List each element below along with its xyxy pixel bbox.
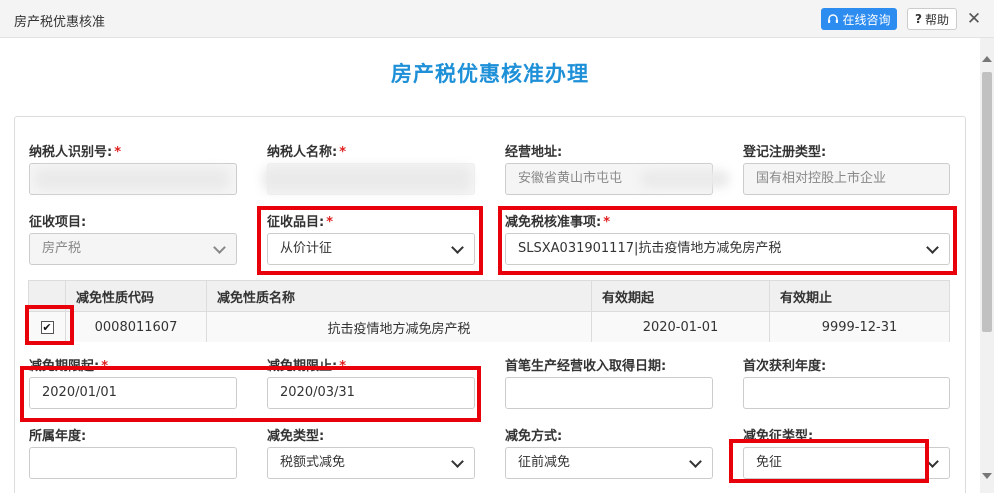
- relief-method-label: 减免方式:: [505, 429, 563, 444]
- chevron-down-icon: [213, 241, 226, 254]
- header-end: 有效期止: [780, 290, 833, 306]
- taxpayer-id-label: 纳税人识别号: *: [29, 145, 122, 160]
- first-profit-year-label: 首次获利年度:: [743, 359, 827, 374]
- redacted-taxpayer-name: [262, 166, 472, 192]
- first-income-date-input[interactable]: [505, 377, 713, 409]
- relief-end-date-input[interactable]: 2020/03/31: [267, 377, 475, 409]
- relief-start-label: 减免期限起: *: [29, 359, 109, 374]
- chevron-down-icon: [689, 455, 702, 468]
- vertical-scrollbar[interactable]: [980, 38, 994, 493]
- scroll-up-icon[interactable]: [982, 56, 992, 62]
- scroll-down-icon[interactable]: [982, 473, 992, 479]
- collection-subitem-label: 征收品目: *: [267, 215, 334, 230]
- row-checkbox[interactable]: ✔: [40, 320, 54, 334]
- registration-type-label: 登记注册类型:: [743, 145, 827, 160]
- online-consult-label: 在线咨询: [842, 12, 891, 27]
- relief-collect-type-select[interactable]: 免征: [743, 447, 950, 479]
- collection-item-select[interactable]: 房产税: [29, 233, 237, 265]
- row-checkbox-cell[interactable]: ✔: [29, 312, 66, 342]
- relief-item-label: 减免税核准事项: *: [505, 215, 611, 230]
- relief-method-select[interactable]: 征前减免: [505, 447, 713, 479]
- business-address-label: 经营地址:: [505, 145, 563, 160]
- cell-name: 抗击疫情地方减免房产税: [207, 312, 592, 342]
- page-title: 房产税优惠核准办理: [391, 62, 589, 86]
- relief-item-select[interactable]: SLSXA031901117|抗击疫情地方减免房产税: [505, 233, 950, 265]
- question-icon: ?: [915, 12, 922, 26]
- cell-code: 0008011607: [66, 312, 207, 342]
- registration-type-field[interactable]: 国有相对控股上市企业: [743, 163, 950, 195]
- window-title: 房产税优惠核准: [14, 15, 106, 30]
- close-icon[interactable]: ✕: [965, 9, 983, 29]
- first-profit-year-input[interactable]: [743, 377, 950, 409]
- scrollbar-thumb[interactable]: [982, 72, 992, 332]
- header-select-cell: [29, 281, 66, 311]
- redacted-address: [640, 170, 730, 188]
- chevron-down-icon: [451, 455, 464, 468]
- collection-subitem-select[interactable]: 从价计征: [267, 233, 475, 265]
- taxpayer-name-label: 纳税人名称: *: [267, 145, 347, 160]
- help-label: 帮助: [924, 12, 949, 27]
- header-start: 有效期起: [592, 281, 770, 311]
- relief-nature-table: 减免性质代码 减免性质名称 有效期起 有效期止 ✔ 0008011607 抗击疫…: [28, 280, 950, 342]
- help-button[interactable]: ? 帮助: [907, 8, 957, 30]
- relief-type-select[interactable]: 税额式减免: [267, 447, 475, 479]
- chevron-down-icon: [451, 241, 464, 254]
- table-header-row: 减免性质代码 减免性质名称 有效期起 有效期止: [29, 281, 949, 312]
- headset-icon: [828, 14, 839, 23]
- window-titlebar: 房产税优惠核准 在线咨询 ? 帮助 ✕: [0, 0, 994, 38]
- cell-start: 2020-01-01: [592, 312, 770, 342]
- chevron-down-icon: [926, 455, 939, 468]
- online-consult-button[interactable]: 在线咨询: [821, 8, 897, 30]
- relief-end-label: 减免期限止: *: [267, 359, 347, 374]
- relief-start-date-input[interactable]: 2020/01/01: [29, 377, 237, 409]
- relief-collect-type-label: 减免征类型:: [743, 429, 814, 444]
- header-code: 减免性质代码: [66, 281, 207, 311]
- belong-year-input[interactable]: [29, 447, 237, 479]
- header-name: 减免性质名称: [207, 281, 592, 311]
- belong-year-label: 所属年度:: [29, 429, 87, 444]
- first-income-date-label: 首笔生产经营收入取得日期:: [505, 359, 667, 374]
- chevron-down-icon: [926, 241, 939, 254]
- table-row[interactable]: ✔ 0008011607 抗击疫情地方减免房产税 2020-01-01 9999…: [29, 312, 949, 342]
- collection-item-label: 征收项目:: [29, 215, 87, 230]
- relief-type-label: 减免类型:: [267, 429, 325, 444]
- cell-end: 9999-12-31: [821, 319, 898, 335]
- redacted-taxpayer-id: [34, 168, 230, 190]
